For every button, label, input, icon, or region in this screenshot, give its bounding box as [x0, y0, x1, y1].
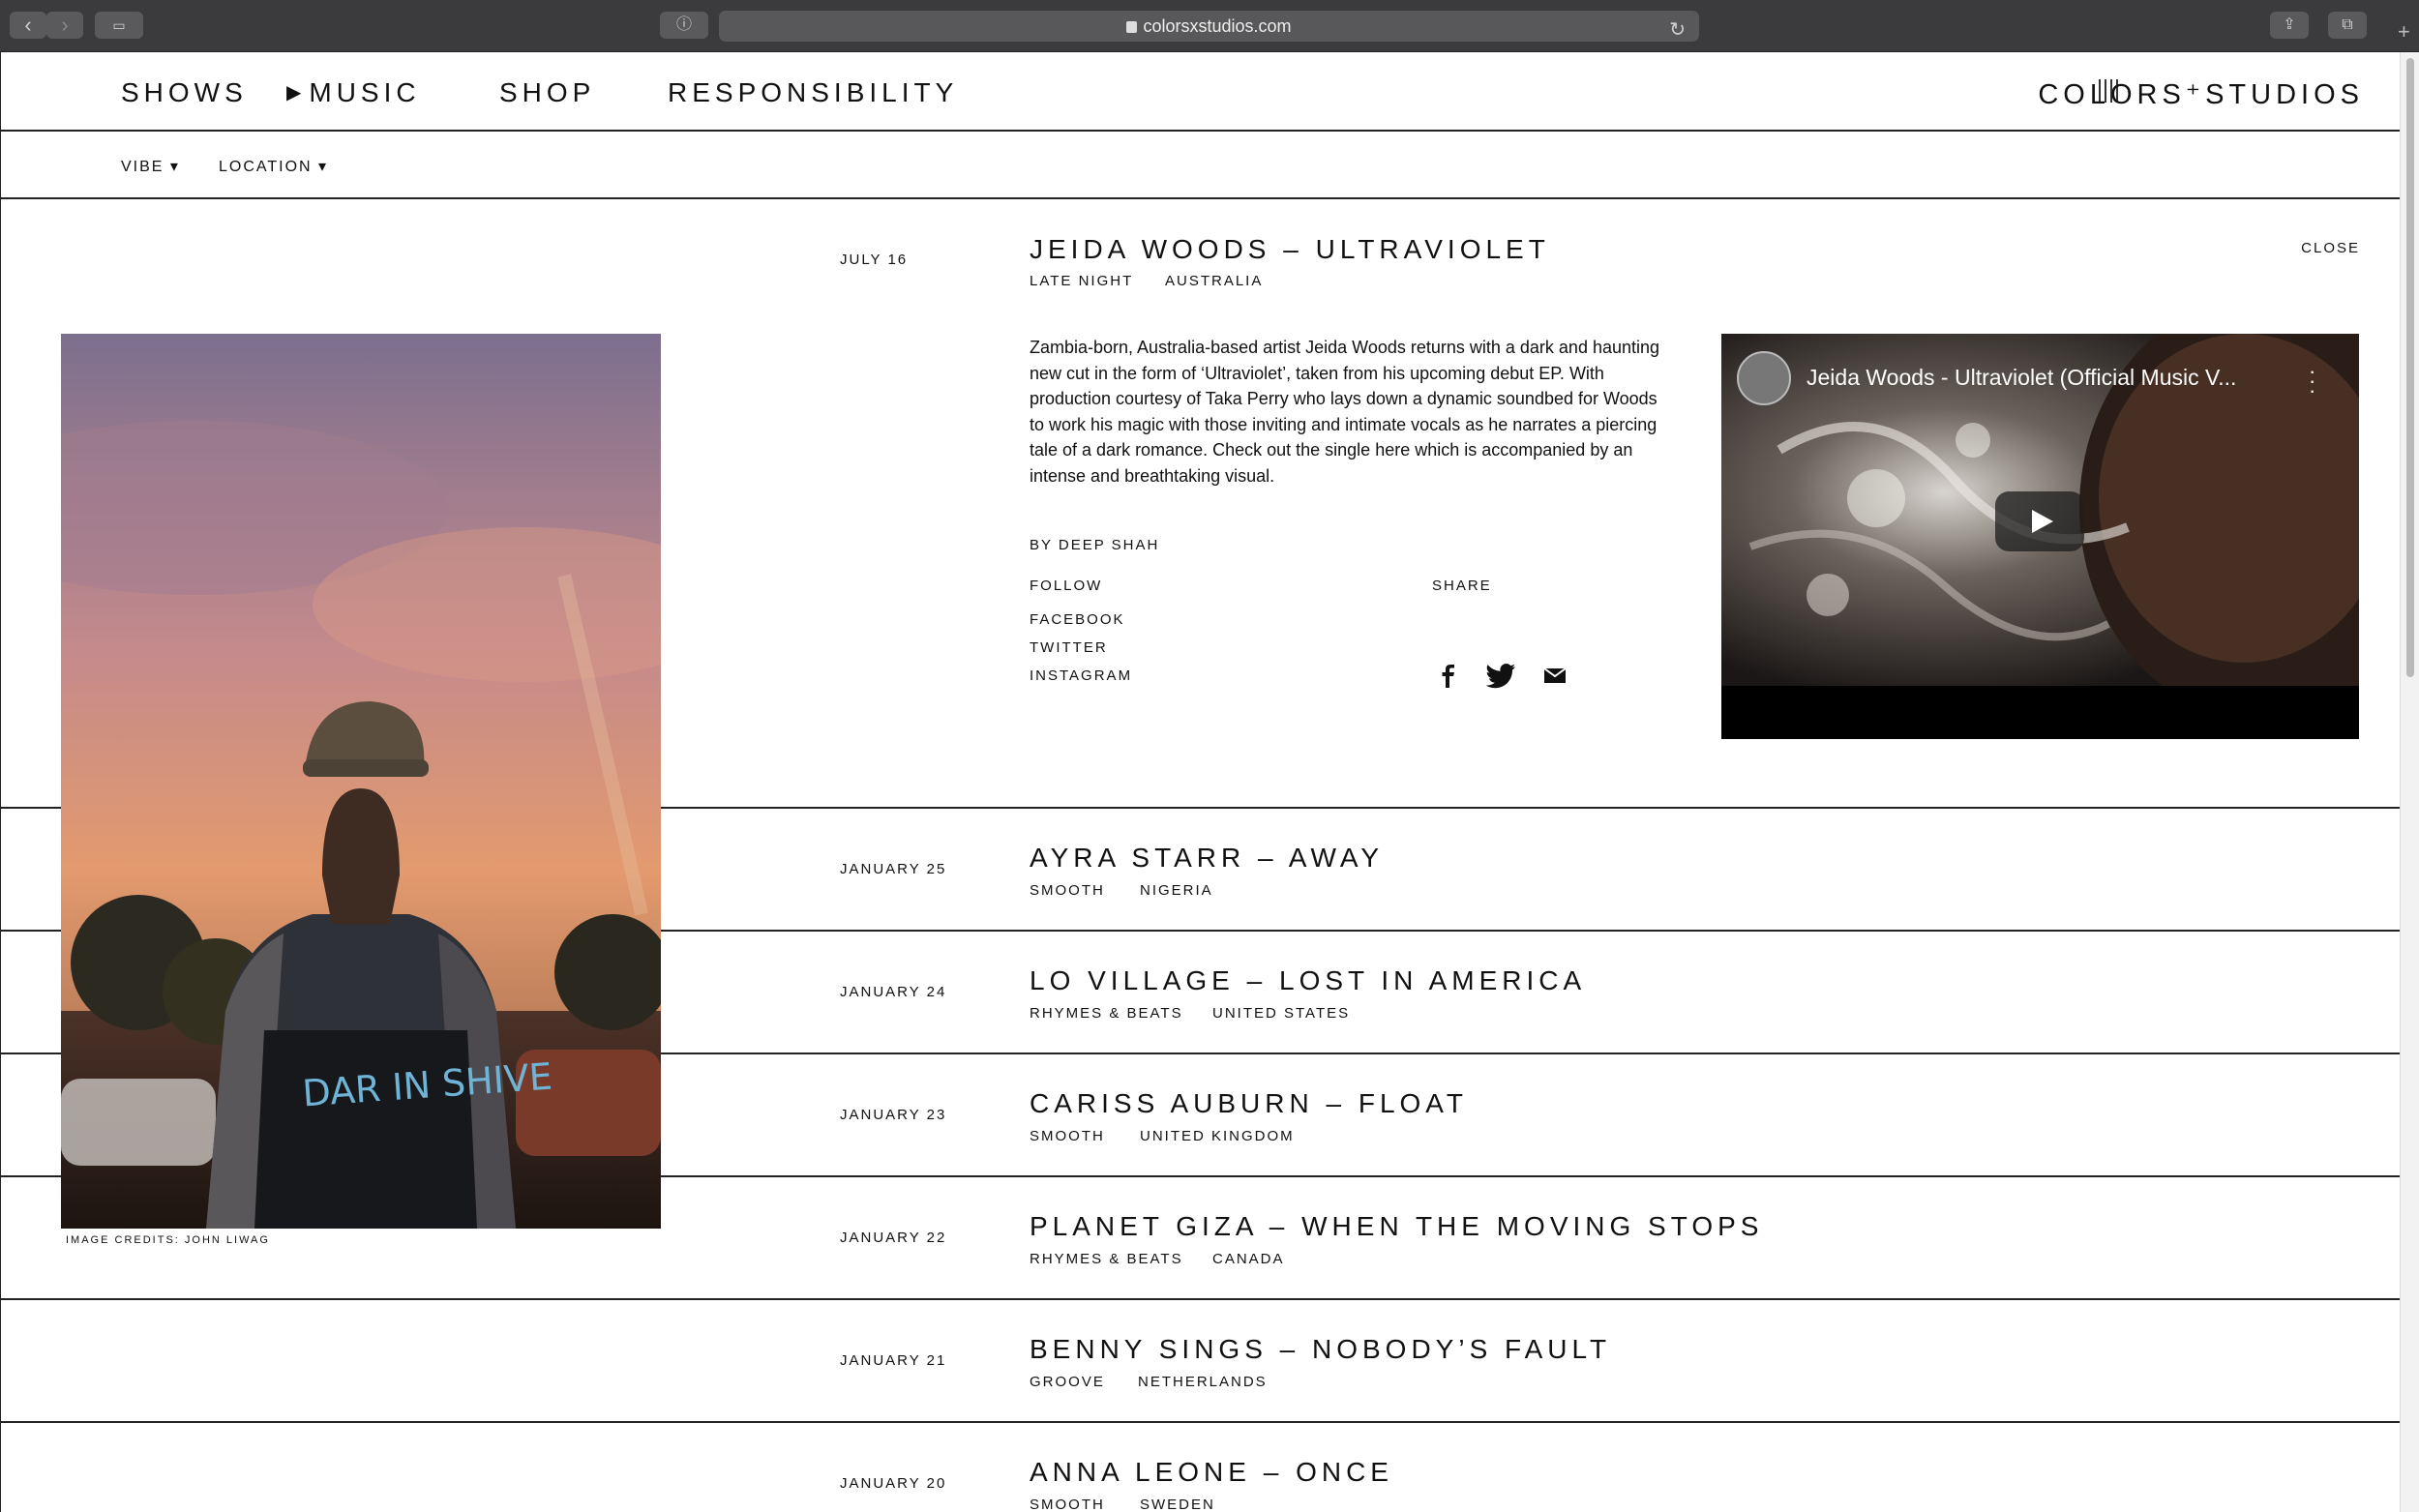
more-options-icon[interactable]: · · · [2309, 361, 2315, 401]
divider [1, 1298, 2401, 1300]
release-vibe-tag[interactable]: RHYMES & BEATS [1030, 1005, 1183, 1022]
follow-instagram-link[interactable]: INSTAGRAM [1030, 667, 1132, 684]
release-date: JANUARY 21 [840, 1352, 947, 1369]
release-location-tag[interactable]: NIGERIA [1140, 882, 1213, 899]
browser-toolbar: ‹ › ▭ ⓘ colorsxstudios.com ↻ ⇪ ⧉ + [0, 0, 2419, 52]
share-label: SHARE [1432, 578, 1492, 594]
release-vibe-tag[interactable]: SMOOTH [1030, 882, 1105, 899]
release-vibe-tag[interactable]: SMOOTH [1030, 1497, 1105, 1512]
vibe-filter[interactable]: VIBE ▾ [121, 157, 180, 176]
main-navigation: SHOWS ▶ MUSIC SHOP RESPONSIBILITY COLORS⁺… [1, 52, 2401, 132]
release-title[interactable]: AYRA STARR – AWAY [1030, 843, 1384, 874]
sidebar-toggle-button[interactable]: ▭ [95, 12, 143, 39]
follow-facebook-link[interactable]: FACEBOOK [1030, 611, 1125, 628]
artist-photo-overlay: DAR IN SHIVE [61, 334, 661, 1229]
release-title[interactable]: PLANET GIZA – WHEN THE MOVING STOPS [1030, 1211, 1763, 1242]
lock-icon [1126, 21, 1138, 33]
share-icon: ⇪ [2283, 16, 2296, 33]
address-bar[interactable]: colorsxstudios.com ↻ [719, 11, 1699, 42]
image-credit: IMAGE CREDITS: JOHN LIWAG [66, 1234, 270, 1246]
tabs-overview-button[interactable]: ⧉ [2328, 12, 2367, 39]
tabs-icon: ⧉ [2342, 16, 2353, 33]
facebook-icon[interactable] [1434, 662, 1461, 689]
featured-vibe-tag[interactable]: LATE NIGHT [1030, 273, 1133, 289]
release-date: JANUARY 23 [840, 1107, 947, 1123]
close-button[interactable]: CLOSE [2301, 240, 2360, 256]
release-location-tag[interactable]: UNITED KINGDOM [1140, 1128, 1295, 1144]
share-button[interactable]: ⇪ [2270, 12, 2309, 39]
reload-icon[interactable]: ↻ [1669, 15, 1686, 45]
nav-music[interactable]: ▶ MUSIC [286, 77, 421, 108]
location-filter[interactable]: LOCATION ▾ [219, 157, 328, 176]
video-player[interactable]: Jeida Woods - Ultraviolet (Official Musi… [1721, 334, 2359, 739]
shield-icon: ⓘ [675, 16, 692, 33]
release-date: JANUARY 20 [840, 1475, 947, 1492]
byline: BY DEEP SHAH [1030, 537, 1160, 553]
chevron-right-icon: › [61, 13, 69, 37]
release-location-tag[interactable]: NETHERLANDS [1138, 1374, 1268, 1390]
release-title[interactable]: BENNY SINGS – NOBODY’S FAULT [1030, 1334, 1611, 1365]
release-date: JANUARY 24 [840, 984, 947, 1000]
nav-shows[interactable]: SHOWS [121, 77, 248, 108]
release-location-tag[interactable]: SWEDEN [1140, 1497, 1215, 1512]
release-location-tag[interactable]: UNITED STATES [1212, 1005, 1350, 1022]
email-icon[interactable] [1542, 662, 1568, 689]
channel-avatar[interactable] [1737, 351, 1791, 405]
nav-responsibility[interactable]: RESPONSIBILITY [668, 77, 958, 108]
release-vibe-tag[interactable]: RHYMES & BEATS [1030, 1251, 1183, 1267]
release-title[interactable]: LO VILLAGE – LOST IN AMERICA [1030, 965, 1586, 996]
twitter-icon[interactable] [1485, 662, 1516, 689]
featured-location-tag[interactable]: AUSTRALIA [1165, 273, 1263, 289]
release-title[interactable]: ANNA LEONE – ONCE [1030, 1457, 1393, 1488]
privacy-report-button[interactable]: ⓘ [660, 12, 708, 39]
video-title[interactable]: Jeida Woods - Ultraviolet (Official Musi… [1807, 365, 2236, 391]
sidebar-icon: ▭ [112, 17, 126, 33]
play-icon: ▶ [286, 82, 302, 104]
scrollbar[interactable] [2400, 52, 2419, 1512]
follow-label: FOLLOW [1030, 578, 1103, 594]
scrollbar-thumb[interactable] [2406, 58, 2414, 677]
site-logo[interactable]: COLORS⁺STUDIOS [2038, 77, 2364, 111]
release-date: JANUARY 22 [840, 1230, 947, 1246]
release-location-tag[interactable]: CANADA [1212, 1251, 1285, 1267]
chevron-left-icon: ‹ [24, 13, 32, 37]
new-tab-icon[interactable]: + [2398, 19, 2410, 44]
featured-date: JULY 16 [840, 252, 909, 268]
page-content: SHOWS ▶ MUSIC SHOP RESPONSIBILITY COLORS⁺… [0, 52, 2401, 1512]
forward-button[interactable]: › [46, 12, 83, 39]
divider [1, 1421, 2401, 1423]
release-title[interactable]: CARISS AUBURN – FLOAT [1030, 1088, 1468, 1119]
release-vibe-tag[interactable]: SMOOTH [1030, 1128, 1105, 1144]
play-button[interactable] [1995, 491, 2084, 551]
featured-description: Zambia-born, Australia-based artist Jeid… [1030, 338, 1660, 486]
nav-music-label: MUSIC [309, 77, 421, 107]
url-text: colorsxstudios.com [1143, 16, 1292, 36]
nav-shop[interactable]: SHOP [499, 77, 595, 108]
release-vibe-tag[interactable]: GROOVE [1030, 1374, 1105, 1390]
follow-twitter-link[interactable]: TWITTER [1030, 639, 1108, 656]
release-date: JANUARY 25 [840, 861, 947, 877]
back-button[interactable]: ‹ [10, 12, 46, 39]
filter-bar: VIBE ▾ LOCATION ▾ [1, 132, 2401, 199]
artist-photo-figure: DAR IN SHIVE [61, 334, 661, 1229]
featured-title: JEIDA WOODS – ULTRAVIOLET [1030, 234, 1550, 264]
